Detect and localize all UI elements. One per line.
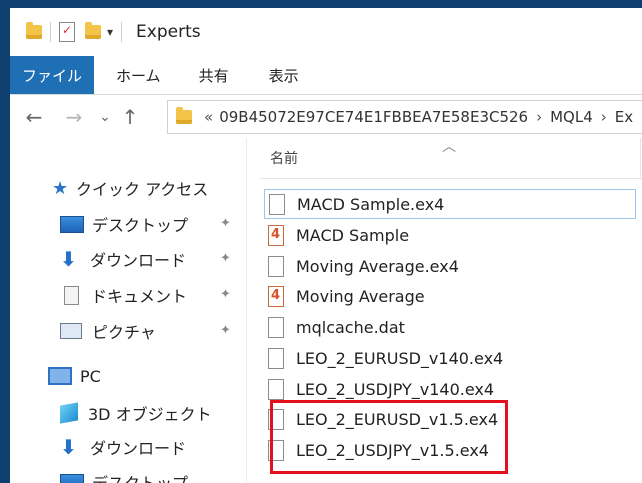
header-divider bbox=[260, 178, 642, 179]
recent-dropdown-icon[interactable]: ⌄ bbox=[94, 109, 116, 125]
file-row[interactable]: LEO_2_EURUSD_v140.ex4 bbox=[268, 343, 503, 373]
new-folder-icon[interactable] bbox=[85, 22, 101, 39]
star-icon: ★ bbox=[52, 177, 69, 199]
explorer-window: ▾ Experts ファイル ホーム 共有 表示 ← → ⌄ ↑ « 09B45… bbox=[10, 8, 642, 483]
file-row[interactable]: Moving Average bbox=[268, 281, 425, 311]
overflow-chevron[interactable]: « bbox=[204, 108, 213, 126]
file-name: LEO_2_EURUSD_v140.ex4 bbox=[296, 348, 504, 368]
nav-quick-access[interactable]: ★ クイック アクセス bbox=[52, 173, 208, 203]
tab-home[interactable]: ホーム bbox=[94, 56, 179, 94]
file-icon bbox=[268, 255, 284, 277]
tab-share[interactable]: 共有 bbox=[179, 56, 249, 94]
folder-icon bbox=[176, 107, 192, 124]
nav-item-documents[interactable]: ドキュメント bbox=[60, 280, 187, 310]
mq4-source-icon bbox=[268, 285, 284, 307]
nav-label: デスクトップ bbox=[92, 470, 188, 483]
up-arrow-icon[interactable]: ↑ bbox=[116, 105, 144, 129]
navigation-pane: ★ クイック アクセス デスクトップ ✦ ⬇ ダウンロード ✦ ドキュメント ✦… bbox=[10, 158, 242, 483]
nav-label: 3D オブジェクト bbox=[88, 405, 212, 424]
nav-label: PC bbox=[80, 366, 101, 386]
nav-item-3d-objects[interactable]: 3D オブジェクト bbox=[60, 398, 212, 428]
red-highlight-box bbox=[270, 400, 508, 474]
file-icon bbox=[268, 316, 284, 338]
nav-label: ダウンロード bbox=[90, 251, 187, 270]
chevron-right-icon[interactable]: › bbox=[536, 108, 542, 126]
nav-label: ダウンロード bbox=[90, 439, 187, 458]
file-row[interactable]: mqlcache.dat bbox=[268, 312, 405, 342]
nav-item-pc-downloads[interactable]: ⬇ ダウンロード bbox=[60, 432, 186, 462]
file-name: MACD Sample.ex4 bbox=[297, 194, 445, 214]
download-arrow-icon: ⬇ bbox=[60, 247, 77, 271]
pin-icon[interactable]: ✦ bbox=[220, 251, 231, 266]
chevron-right-icon[interactable]: › bbox=[601, 108, 607, 126]
address-row: ← → ⌄ ↑ « 09B45072E97CE74E1FBBEA7E58E3C5… bbox=[10, 100, 642, 134]
mq4-source-icon bbox=[268, 224, 284, 246]
file-row[interactable]: Moving Average.ex4 bbox=[268, 251, 459, 281]
divider bbox=[50, 22, 51, 42]
desktop-icon bbox=[60, 473, 84, 483]
tab-file[interactable]: ファイル bbox=[10, 56, 94, 94]
file-name: MACD Sample bbox=[296, 225, 410, 245]
file-row[interactable]: MACD Sample bbox=[268, 220, 409, 250]
tab-view[interactable]: 表示 bbox=[249, 56, 319, 94]
pictures-icon bbox=[60, 323, 82, 339]
desktop-icon bbox=[60, 215, 84, 233]
file-icon bbox=[268, 347, 284, 369]
nav-label: ドキュメント bbox=[91, 287, 188, 306]
nav-pc[interactable]: PC bbox=[48, 361, 101, 391]
document-icon bbox=[64, 285, 79, 305]
nav-item-pc-desktop[interactable]: デスクトップ bbox=[60, 467, 188, 483]
sort-ascending-icon: ︿ bbox=[442, 139, 456, 155]
breadcrumb-segment[interactable]: MQL4 bbox=[550, 108, 593, 126]
divider bbox=[121, 22, 123, 42]
nav-item-downloads[interactable]: ⬇ ダウンロード bbox=[60, 244, 186, 274]
properties-icon[interactable] bbox=[59, 22, 75, 42]
pane-splitter[interactable] bbox=[246, 138, 247, 483]
ribbon-tabs: ファイル ホーム 共有 表示 bbox=[10, 56, 642, 95]
nav-label: デスクトップ bbox=[92, 216, 189, 235]
address-bar[interactable]: « 09B45072E97CE74E1FBBEA7E58E3C526 › MQL… bbox=[167, 100, 642, 134]
back-arrow-icon[interactable]: ← bbox=[20, 105, 48, 129]
3d-objects-icon bbox=[60, 402, 78, 424]
pin-icon[interactable]: ✦ bbox=[220, 287, 231, 302]
breadcrumb-segment[interactable]: 09B45072E97CE74E1FBBEA7E58E3C526 bbox=[219, 108, 528, 126]
window-title: Experts bbox=[136, 22, 201, 42]
forward-arrow-icon[interactable]: → bbox=[60, 105, 88, 129]
file-name: mqlcache.dat bbox=[296, 317, 405, 337]
file-name: Moving Average bbox=[296, 286, 425, 306]
pin-icon[interactable]: ✦ bbox=[220, 323, 231, 338]
column-header-name[interactable]: 名前 bbox=[270, 148, 298, 168]
file-row[interactable]: MACD Sample.ex4 bbox=[264, 189, 636, 219]
nav-item-pictures[interactable]: ピクチャ bbox=[60, 316, 156, 346]
file-name: LEO_2_USDJPY_v140.ex4 bbox=[296, 379, 495, 399]
pin-icon[interactable]: ✦ bbox=[220, 216, 231, 231]
nav-item-desktop[interactable]: デスクトップ bbox=[60, 209, 188, 239]
nav-label: クイック アクセス bbox=[76, 180, 209, 199]
quick-access-dropdown-icon[interactable]: ▾ bbox=[107, 25, 113, 39]
folder-icon bbox=[26, 22, 42, 39]
file-icon bbox=[268, 378, 284, 400]
nav-label: ピクチャ bbox=[92, 323, 156, 342]
breadcrumb-segment[interactable]: Ex bbox=[615, 108, 633, 126]
pc-icon bbox=[48, 367, 72, 385]
title-bar: ▾ Experts bbox=[10, 8, 642, 56]
file-icon bbox=[269, 193, 285, 215]
column-divider[interactable] bbox=[640, 138, 641, 178]
download-arrow-icon: ⬇ bbox=[60, 435, 77, 459]
file-name: Moving Average.ex4 bbox=[296, 256, 459, 276]
